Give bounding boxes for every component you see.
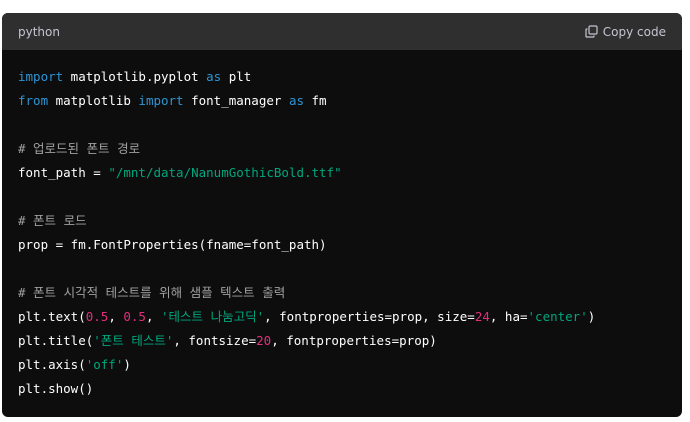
code-line: plt.axis('off') xyxy=(18,353,666,377)
code-line: prop = fm.FontProperties(fname=font_path… xyxy=(18,233,666,257)
code-line: plt.text(0.5, 0.5, '테스트 나눔고딕', fontprope… xyxy=(18,305,666,329)
code-line: from matplotlib import font_manager as f… xyxy=(18,89,666,113)
code-line: # 업로드된 폰트 경로 xyxy=(18,137,666,161)
code-string: '폰트 테스트' xyxy=(93,333,174,348)
language-label: python xyxy=(18,24,60,39)
code-number: 0.5 xyxy=(85,309,109,324)
code-content[interactable]: import matplotlib.pyplot as plt from matp… xyxy=(2,50,682,401)
code-number: 20 xyxy=(256,333,272,348)
code-text: , ha= xyxy=(489,309,528,324)
code-text: plt.title( xyxy=(18,333,94,348)
code-text: fm xyxy=(304,93,327,108)
code-line: # 폰트 시각적 테스트를 위해 샘플 텍스트 출력 xyxy=(18,281,666,305)
code-number: 0.5 xyxy=(123,309,146,324)
code-text: matplotlib xyxy=(48,93,139,108)
code-text: plt.show() xyxy=(18,381,94,396)
code-text: font_path = xyxy=(18,165,109,180)
code-text: , xyxy=(145,309,162,324)
code-text: plt.text( xyxy=(18,309,86,324)
code-keyword: as xyxy=(288,93,304,108)
code-keyword: import xyxy=(18,69,64,84)
code-string: 'off' xyxy=(85,357,124,372)
code-text: plt.axis( xyxy=(18,357,86,372)
copy-code-label: Copy code xyxy=(602,24,666,39)
code-line: import matplotlib.pyplot as plt xyxy=(18,65,666,89)
code-header: python Copy code xyxy=(2,13,682,50)
code-comment: # 폰트 시각적 테스트를 위해 샘플 텍스트 출력 xyxy=(18,285,286,300)
code-keyword: from xyxy=(18,93,49,108)
code-keyword: import xyxy=(138,93,184,108)
code-keyword: as xyxy=(206,69,222,84)
code-text: , xyxy=(108,309,124,324)
code-string: 'center' xyxy=(527,309,588,324)
code-text: plt xyxy=(221,69,252,84)
code-line: plt.show() xyxy=(18,377,666,401)
code-comment: # 업로드된 폰트 경로 xyxy=(18,141,141,156)
code-number: 24 xyxy=(474,309,490,324)
code-text: matplotlib.pyplot xyxy=(63,69,207,84)
copy-icon xyxy=(585,25,598,38)
code-text: , fontsize= xyxy=(173,333,257,348)
code-text: ) xyxy=(587,309,596,324)
code-line: plt.title('폰트 테스트', fontsize=20, fontpro… xyxy=(18,329,666,353)
code-block: python Copy code import matplotlib.pyplo… xyxy=(2,13,682,417)
code-text: font_manager xyxy=(183,93,289,108)
code-text: , fontproperties=prop, size= xyxy=(264,309,475,324)
code-text: , fontproperties=prop) xyxy=(271,333,437,348)
code-string: "/mnt/data/NanumGothicBold.ttf" xyxy=(108,165,342,180)
copy-code-button[interactable]: Copy code xyxy=(585,25,666,39)
code-string: '테스트 나눔고딕' xyxy=(161,309,265,324)
code-text: prop = fm.FontProperties(fname=font_path… xyxy=(18,237,327,252)
code-line: font_path = "/mnt/data/NanumGothicBold.t… xyxy=(18,161,666,185)
code-text: ) xyxy=(123,357,131,372)
code-line: # 폰트 로드 xyxy=(18,209,666,233)
code-comment: # 폰트 로드 xyxy=(18,213,87,228)
